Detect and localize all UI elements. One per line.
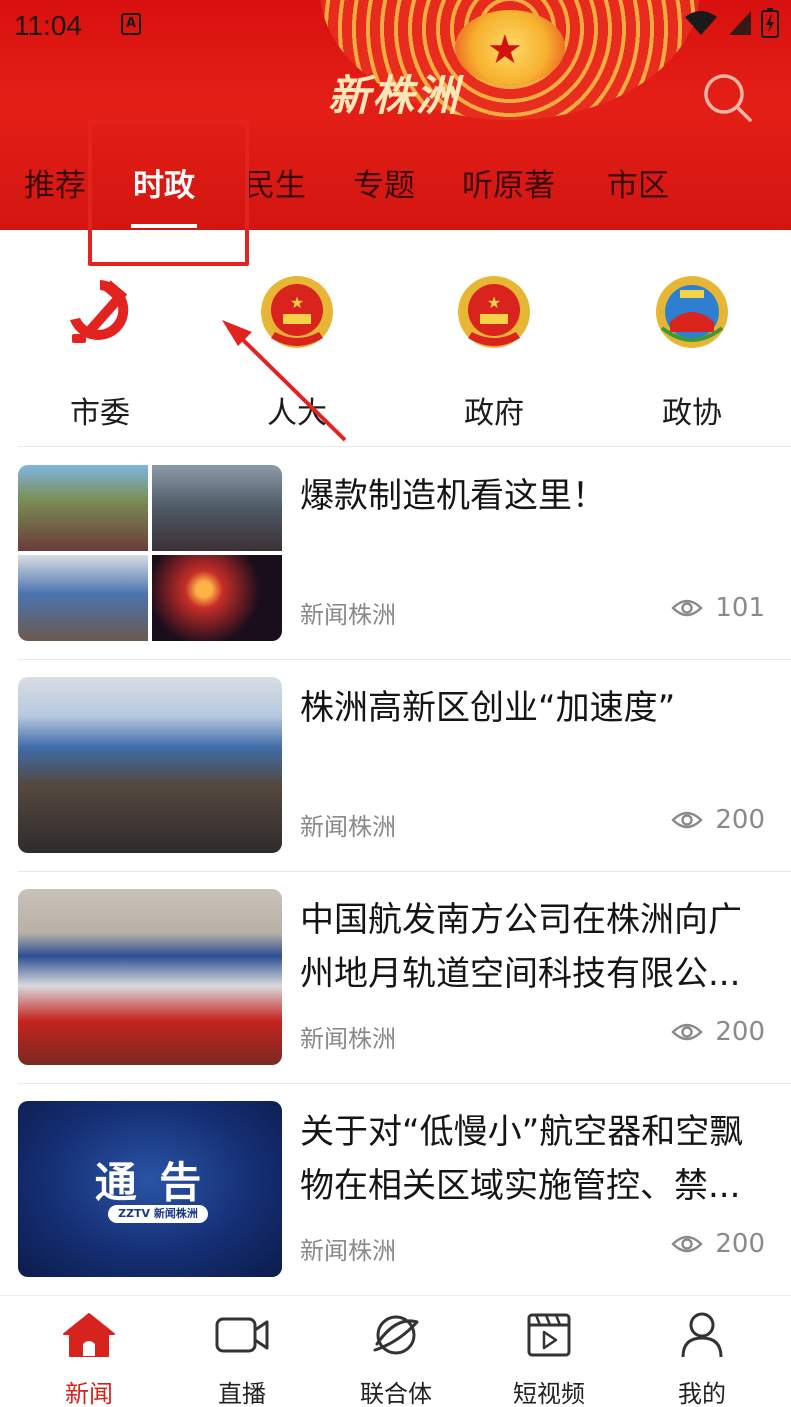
nav-label: 联合体 (360, 1380, 432, 1407)
national-emblem-icon: ★ (261, 276, 333, 348)
clapperboard-icon (527, 1313, 571, 1357)
news-item[interactable]: 株洲高新区创业“加速度” 新闻株洲 200 (0, 659, 791, 871)
category-label: 市委 (70, 396, 130, 431)
news-source: 新闻株洲 (300, 813, 396, 841)
view-count-value: 200 (715, 1229, 765, 1259)
category-congress[interactable]: ★ 人大 (217, 260, 377, 432)
app-notification-icon: A (121, 13, 141, 35)
status-icons (683, 8, 779, 38)
view-count: 200 (671, 1017, 765, 1047)
nav-label: 我的 (678, 1380, 726, 1407)
nav-label: 新闻 (65, 1380, 113, 1407)
nav-news[interactable]: 新闻 (29, 1312, 149, 1407)
news-title: 关于对“低慢小”航空器和空飘物在相关区域实施管控、禁... (300, 1112, 744, 1207)
eye-icon (671, 1023, 704, 1041)
news-item[interactable]: 爆款制造机看这里！ 新闻株洲 101 (0, 447, 791, 659)
view-count: 101 (671, 593, 765, 623)
news-thumbnail (18, 465, 282, 641)
bottom-navigation: 新闻 直播 联合体 短视频 我的 (0, 1295, 791, 1407)
view-count: 200 (671, 805, 765, 835)
home-icon (63, 1313, 115, 1357)
eye-icon (671, 599, 704, 617)
annotation-highlight-box (88, 120, 249, 266)
news-source: 新闻株洲 (300, 601, 396, 629)
view-count: 200 (671, 1229, 765, 1259)
eye-icon (671, 1235, 704, 1253)
tab-recommend[interactable]: 推荐 (24, 160, 86, 205)
battery-icon (761, 8, 779, 38)
thumbnail-brand-text: ZZTV 新闻株洲 (108, 1205, 208, 1223)
news-source: 新闻株洲 (300, 1025, 396, 1053)
svg-text:★: ★ (487, 293, 501, 312)
category-label: 政府 (464, 396, 524, 431)
tab-district[interactable]: 市区 (607, 160, 669, 205)
national-emblem-icon: ★ (458, 276, 530, 348)
planet-icon (373, 1315, 419, 1355)
nav-profile[interactable]: 我的 (642, 1312, 762, 1407)
cppcc-emblem-icon (656, 276, 728, 348)
category-cppcc[interactable]: 政协 (612, 260, 772, 432)
news-thumbnail: 通 告 ZZTV 新闻株洲 (18, 1101, 282, 1277)
search-icon[interactable] (700, 70, 756, 126)
news-thumbnail (18, 889, 282, 1065)
category-government[interactable]: ★ 政府 (414, 260, 574, 432)
eye-icon (671, 811, 704, 829)
video-camera-icon (215, 1317, 269, 1353)
tab-audiobook[interactable]: 听原著 (462, 160, 555, 205)
signal-icon (729, 11, 751, 35)
news-item[interactable]: 通 告 ZZTV 新闻株洲 关于对“低慢小”航空器和空飘物在相关区域实施管控、禁… (0, 1083, 791, 1295)
thumbnail-notice-text: 通 告 (94, 1158, 206, 1207)
view-count-value: 200 (715, 1017, 765, 1047)
category-grid: 市委 ★ 人大 ★ 政府 政协 (0, 260, 791, 446)
tab-special[interactable]: 专题 (353, 160, 415, 205)
app-logo: 新株洲 (328, 71, 461, 120)
news-title: 爆款制造机看这里！ (300, 476, 606, 516)
view-count-value: 200 (715, 805, 765, 835)
user-icon (681, 1312, 723, 1358)
nav-label: 直播 (218, 1380, 266, 1407)
nav-alliance[interactable]: 联合体 (336, 1312, 456, 1407)
news-title: 中国航发南方公司在株洲向广州地月轨道空间科技有限公... (300, 900, 742, 995)
nav-live[interactable]: 直播 (182, 1312, 302, 1407)
category-city-committee[interactable]: 市委 (20, 260, 180, 432)
view-count-value: 101 (715, 593, 765, 623)
news-item[interactable]: 中国航发南方公司在株洲向广州地月轨道空间科技有限公... 新闻株洲 200 (0, 871, 791, 1083)
nav-short-video[interactable]: 短视频 (489, 1312, 609, 1407)
nav-label: 短视频 (513, 1380, 585, 1407)
news-source: 新闻株洲 (300, 1237, 396, 1265)
tab-livelihood[interactable]: 民生 (244, 160, 306, 205)
news-thumbnail (18, 677, 282, 853)
wifi-icon (685, 11, 717, 35)
svg-text:★: ★ (290, 293, 304, 312)
category-label: 人大 (267, 396, 327, 431)
status-time: 11:04 (14, 10, 82, 41)
party-emblem-icon (70, 280, 129, 343)
star-icon: ★ (487, 27, 523, 73)
category-label: 政协 (662, 396, 722, 431)
news-title: 株洲高新区创业“加速度” (300, 688, 676, 728)
